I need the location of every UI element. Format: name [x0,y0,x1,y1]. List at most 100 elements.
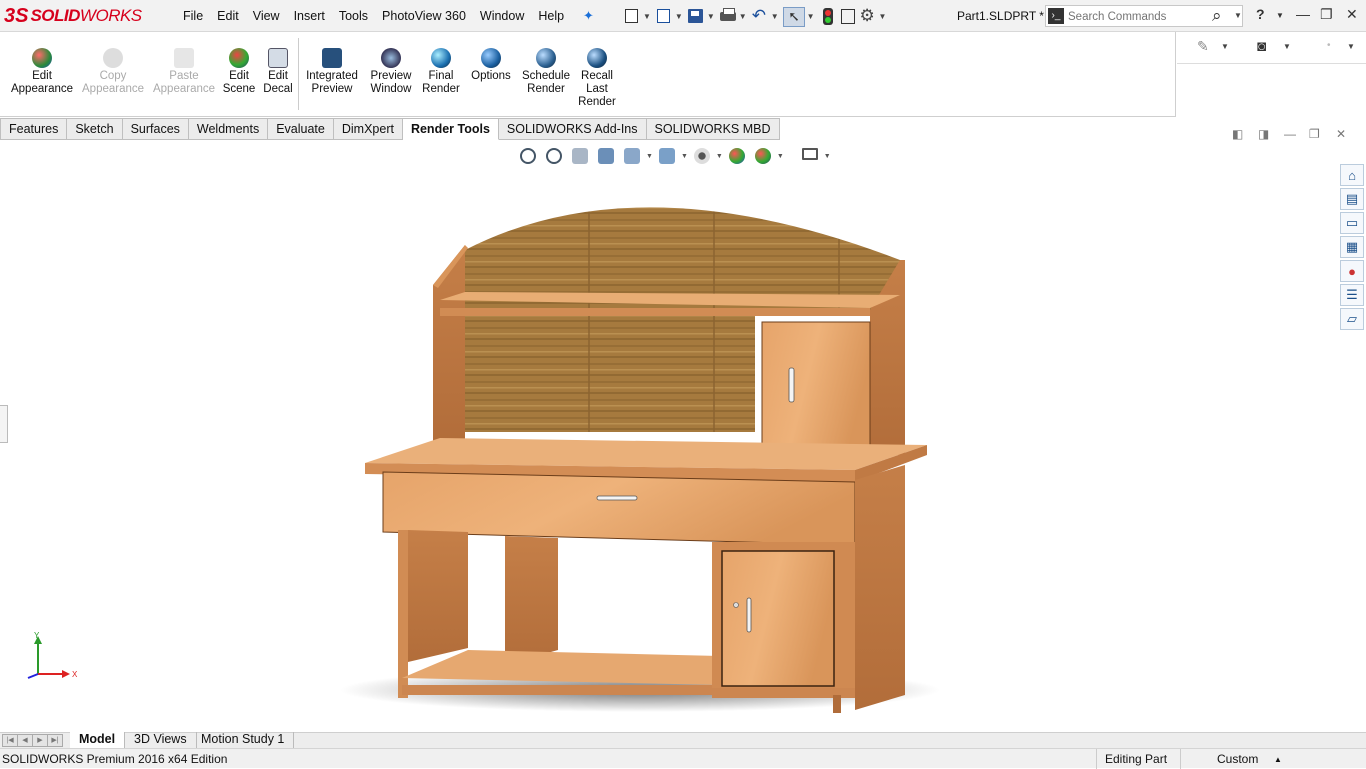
search-icon[interactable]: ⌕ [1212,6,1222,26]
graphics-area[interactable]: ▼ ▼ ▼ ▼ ▼ ◧ ◨ — ❐ ✕ ⌂ ▤ ▭ ▦ ● ☰ ▱ Y X [0,127,1366,732]
save-icon[interactable] [686,7,706,25]
tab-solidworks-mbd[interactable]: SOLIDWORKS MBD [646,118,780,140]
viewport-close-icon[interactable]: ✕ [1336,127,1346,141]
new-document-icon[interactable] [622,7,642,25]
menu-view[interactable]: View [246,9,287,23]
display-style-icon[interactable] [657,146,679,166]
edit-scene-button[interactable]: Edit Scene [222,48,256,96]
display-style-dropdown-icon[interactable]: ▼ [681,153,688,160]
zoom-to-fit-icon[interactable] [518,146,540,166]
solidworks-forum-icon[interactable]: ▱ [1340,308,1364,330]
tab-surfaces[interactable]: Surfaces [122,118,189,140]
tab-solidworks-addins[interactable]: SOLIDWORKS Add-Ins [498,118,647,140]
camera-icon[interactable]: ◙ [1257,38,1266,55]
custom-properties-icon[interactable]: ☰ [1340,284,1364,306]
command-prompt-icon[interactable]: ›_ [1048,8,1064,24]
solidworks-logo[interactable]: 3S SOLIDWORKS [4,2,154,30]
solidworks-resources-icon[interactable]: ⌂ [1340,164,1364,186]
pin-icon[interactable]: ✦ [583,8,597,23]
view-settings-dropdown-icon[interactable]: ▼ [824,153,831,160]
apply-scene-dropdown-icon[interactable]: ▼ [777,153,784,160]
menu-tools[interactable]: Tools [332,9,375,23]
menu-photoview[interactable]: PhotoView 360 [375,9,473,23]
unit-system-dropdown-icon[interactable]: ▲ [1274,755,1282,764]
tab-motion-study-1[interactable]: Motion Study 1 [192,732,295,748]
zoom-to-area-icon[interactable] [544,146,566,166]
help-button[interactable]: ? [1256,6,1265,22]
tab-evaluate[interactable]: Evaluate [268,118,334,140]
scroll-last-icon[interactable]: ▶| [47,734,63,747]
open-dropdown-icon[interactable]: ▼ [675,12,683,21]
open-icon[interactable] [654,7,674,25]
rebuild-traffic-light-icon[interactable] [818,7,838,25]
section-view-icon[interactable] [596,146,618,166]
previous-view-icon[interactable] [570,146,592,166]
select-dropdown-icon[interactable]: ▼ [807,12,815,21]
print-icon[interactable] [718,7,738,25]
viewport-restore-icon[interactable]: ❐ [1309,127,1320,141]
tab-features[interactable]: Features [0,118,68,140]
undo-icon[interactable]: ↶ [750,7,770,25]
view-orientation-dropdown-icon[interactable]: ▼ [646,153,653,160]
restore-icon[interactable]: ❐ [1320,6,1333,23]
paste-appearance-button[interactable]: Paste Appearance [152,48,216,96]
view-orientation-icon[interactable] [622,146,644,166]
tab-dimxpert[interactable]: DimXpert [333,118,403,140]
apply-scene-icon[interactable] [753,146,775,166]
viewport-next-icon[interactable]: ◨ [1258,127,1269,141]
recall-last-render-button[interactable]: Recall Last Render [576,48,618,109]
feature-manager-expand-handle[interactable] [0,405,8,443]
edit-decal-label: Edit Decal [263,70,293,95]
file-properties-icon[interactable] [838,7,858,25]
tab-render-tools[interactable]: Render Tools [402,118,499,140]
options-dropdown-icon[interactable]: ▼ [879,12,887,21]
tab-3d-views[interactable]: 3D Views [125,732,197,748]
options-button[interactable]: Options [468,48,514,83]
sketch-ink-icon[interactable]: ✎ [1197,38,1209,55]
close-icon[interactable]: ✕ [1346,6,1358,23]
tab-sketch[interactable]: Sketch [67,118,123,140]
menu-window[interactable]: Window [473,9,531,23]
edit-appearance-hud-icon[interactable] [727,146,749,166]
save-dropdown-icon[interactable]: ▼ [707,12,715,21]
view-palette-icon[interactable]: ▦ [1340,236,1364,258]
hide-show-dropdown-icon[interactable]: ▼ [716,153,723,160]
unit-system-selector[interactable]: Custom [1217,752,1258,766]
options-gear-icon[interactable]: ⚙ [858,6,878,25]
preview-window-button[interactable]: Preview Window [366,48,416,96]
camera-dropdown-icon[interactable]: ▼ [1283,42,1291,51]
menu-file[interactable]: File [176,9,210,23]
file-explorer-icon[interactable]: ▭ [1340,212,1364,234]
search-dropdown-icon[interactable]: ▼ [1234,11,1242,20]
view-settings-monitor-icon[interactable] [800,146,822,166]
point-dropdown-icon[interactable]: ▼ [1347,42,1355,51]
new-dropdown-icon[interactable]: ▼ [643,12,651,21]
select-arrow-icon[interactable] [782,7,806,27]
scroll-next-icon[interactable]: ▶ [32,734,48,747]
schedule-render-button[interactable]: Schedule Render [520,48,572,96]
edit-appearance-button[interactable]: Edit Appearance [10,48,74,96]
copy-appearance-button[interactable]: Copy Appearance [82,48,144,96]
menu-edit[interactable]: Edit [210,9,246,23]
undo-dropdown-icon[interactable]: ▼ [771,12,779,21]
tab-model[interactable]: Model [70,732,126,748]
menu-help[interactable]: Help [531,9,571,23]
hide-show-items-icon[interactable] [692,146,714,166]
point-icon[interactable]: • [1327,40,1331,51]
scroll-prev-icon[interactable]: ◀ [17,734,33,747]
final-render-button[interactable]: Final Render [420,48,462,96]
minimize-icon[interactable]: — [1296,6,1310,22]
ink-dropdown-icon[interactable]: ▼ [1221,42,1229,51]
tab-weldments[interactable]: Weldments [188,118,269,140]
integrated-preview-button[interactable]: Integrated Preview [303,48,361,96]
search-input[interactable] [1068,8,1206,25]
viewport-minimize-icon[interactable]: — [1284,127,1296,141]
scroll-first-icon[interactable]: |◀ [2,734,18,747]
appearances-scenes-decals-icon[interactable]: ● [1340,260,1364,282]
design-library-icon[interactable]: ▤ [1340,188,1364,210]
menu-insert[interactable]: Insert [287,9,332,23]
help-dropdown-icon[interactable]: ▼ [1276,11,1284,20]
viewport-prev-icon[interactable]: ◧ [1232,127,1243,141]
print-dropdown-icon[interactable]: ▼ [739,12,747,21]
edit-decal-button[interactable]: Edit Decal [262,48,294,96]
